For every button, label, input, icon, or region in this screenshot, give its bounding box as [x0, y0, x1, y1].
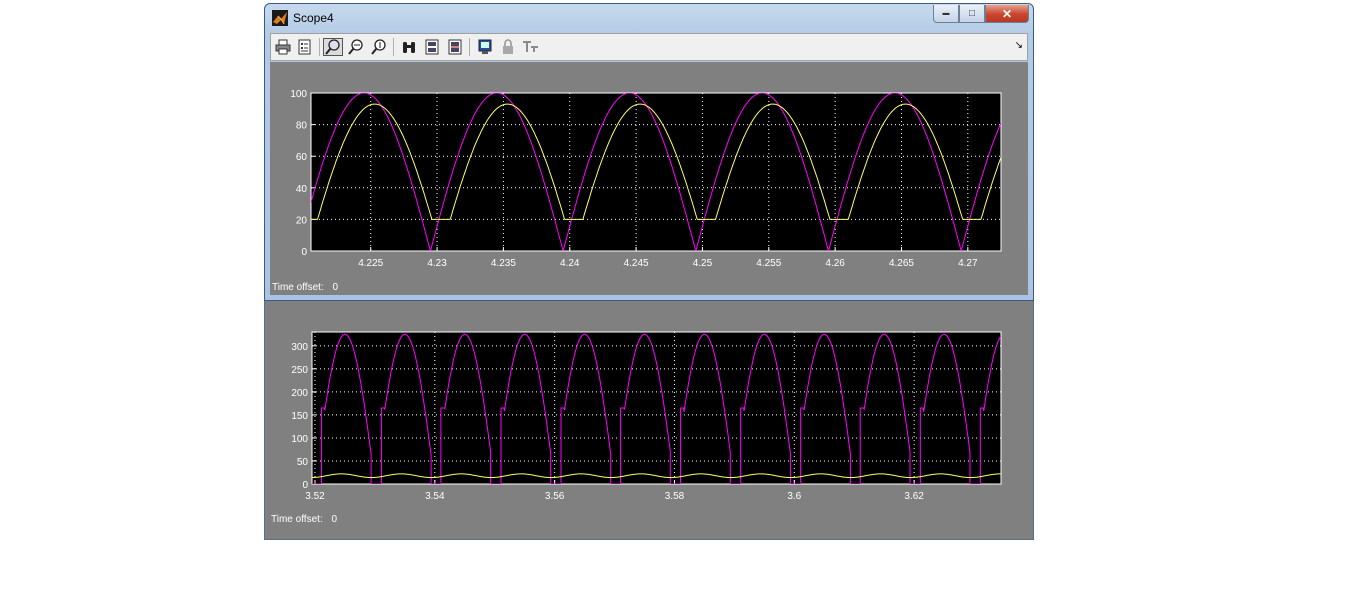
print-button[interactable]: [273, 38, 293, 56]
x-tick-label: 4.265: [889, 258, 914, 269]
axes-background: [310, 92, 1002, 252]
x-tick-label: 3.54: [425, 491, 445, 502]
scope-figure-area: 3.52 3.54 3.56 3.58 3.6 3.62 0 50 100 150 200 250 30…: [265, 296, 1033, 539]
close-button[interactable]: ✕: [985, 5, 1029, 23]
y-tick-label: 60: [296, 152, 308, 163]
x-tick-label: 4.27: [958, 258, 978, 269]
restore-axes-icon: [448, 39, 462, 55]
time-offset-value: 0: [331, 514, 338, 525]
scope-window[interactable]: Scope4 ▬ □ ✕ ↘ 4.225 4.23 4.235 4.24 4.2…: [264, 3, 1034, 301]
parameters-icon: [298, 39, 311, 55]
y-tick-label: 20: [296, 215, 308, 226]
toolbar: ↘: [270, 33, 1028, 61]
y-tick-label: 80: [296, 121, 308, 132]
window-title: Scope4: [293, 11, 334, 25]
x-tick-label: 4.24: [560, 258, 580, 269]
y-tick-label: 200: [291, 388, 308, 399]
lock-button[interactable]: [498, 38, 518, 56]
restore-axes-button[interactable]: [445, 38, 465, 56]
x-tick-label: 4.245: [624, 258, 649, 269]
x-tick-label: 4.26: [825, 258, 845, 269]
time-offset-label: Time offset:: [271, 514, 323, 525]
x-tick-label: 3.56: [545, 491, 565, 502]
minimize-icon: ▬: [942, 10, 950, 17]
y-tick-label: 40: [296, 184, 308, 195]
y-tick-label: 0: [301, 247, 307, 258]
y-tick-label: 0: [302, 480, 308, 491]
x-tick-label: 4.235: [491, 258, 516, 269]
time-offset-2: Time offset: 0: [271, 514, 337, 525]
maximize-button[interactable]: □: [959, 5, 985, 23]
x-tick-label: 3.62: [904, 491, 924, 502]
toolbar-overflow-icon[interactable]: ↘: [1015, 40, 1023, 51]
autoscale-binoculars-icon: [403, 42, 415, 53]
time-offset-1: Time offset: 0: [272, 282, 338, 293]
minimize-button[interactable]: ▬: [933, 5, 959, 23]
y-tick-label: 300: [291, 342, 308, 353]
y-tick-label: 250: [291, 365, 308, 376]
y-tick-label: 100: [290, 89, 307, 100]
save-axes-icon: [425, 39, 439, 55]
floating-scope-icon: [478, 39, 492, 54]
save-axes-button[interactable]: [422, 38, 442, 56]
scope-figure-area: 4.225 4.23 4.235 4.24 4.245 4.25 4.255 4.26 4.26…: [270, 62, 1028, 295]
y-tick-label: 100: [291, 434, 308, 445]
parameters-button[interactable]: [295, 38, 315, 56]
zoom-y-icon: [371, 39, 386, 55]
maximize-icon: □: [968, 8, 976, 19]
x-tick-label: 4.25: [693, 258, 713, 269]
x-tick-label: 4.23: [427, 258, 447, 269]
print-icon: [275, 39, 291, 55]
scope-plot-1[interactable]: 4.225 4.23 4.235 4.24 4.245 4.25 4.255 4.26 4.26…: [270, 62, 1028, 297]
x-tick-label: 4.255: [756, 258, 781, 269]
time-offset-value: 0: [332, 282, 339, 293]
title-bar[interactable]: Scope4 ▬ □ ✕: [265, 4, 1033, 32]
matlab-icon: [272, 10, 288, 26]
y-tick-label: 150: [291, 411, 308, 422]
scope-plot-2[interactable]: 3.52 3.54 3.56 3.58 3.6 3.62 0 50 100 150 200 250 30…: [265, 296, 1033, 540]
zoom-button[interactable]: [323, 38, 343, 56]
scope-window-back: 3.52 3.54 3.56 3.58 3.6 3.62 0 50 100 150 200 250 30…: [264, 296, 1034, 540]
close-icon: ✕: [1001, 6, 1013, 21]
signal-selector-icon: [523, 41, 538, 52]
autoscale-button[interactable]: [399, 38, 419, 56]
time-offset-label: Time offset:: [272, 282, 324, 293]
zoom-x-icon: [348, 39, 363, 55]
signal-selector-button[interactable]: [521, 38, 541, 56]
x-tick-label: 3.58: [665, 491, 685, 502]
zoom-y-button[interactable]: [369, 38, 389, 56]
floating-scope-button[interactable]: [475, 38, 495, 56]
zoom-x-button[interactable]: [346, 38, 366, 56]
x-tick-label: 3.6: [787, 491, 801, 502]
lock-icon: [503, 39, 513, 54]
x-tick-label: 3.52: [305, 491, 325, 502]
x-tick-label: 4.225: [358, 258, 383, 269]
zoom-icon: [325, 39, 340, 55]
y-tick-label: 50: [297, 457, 309, 468]
